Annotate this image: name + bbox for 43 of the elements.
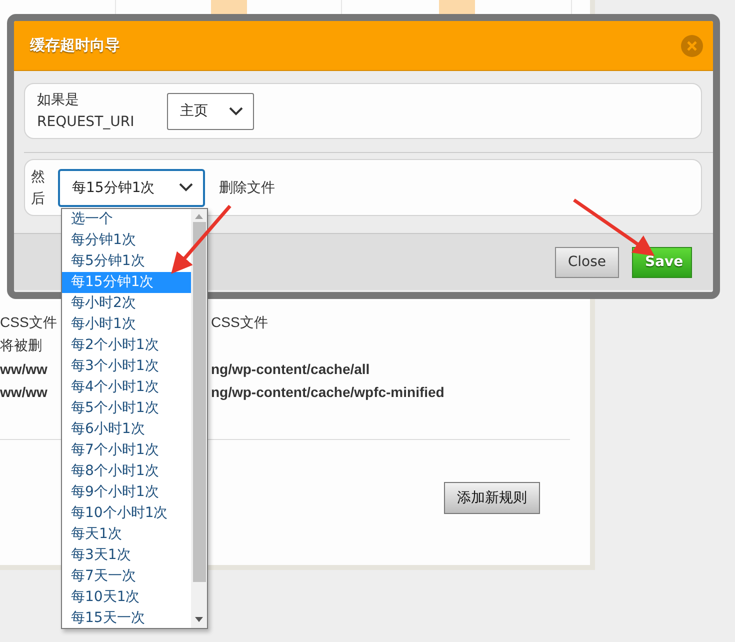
page-select[interactable]: 主页 <box>167 92 254 130</box>
dropdown-option[interactable]: 每3天1次 <box>62 545 191 566</box>
action-text: 删除文件 <box>219 178 275 196</box>
page-text: ww/ww <box>0 384 48 400</box>
page-text: ww/ww <box>0 360 48 376</box>
page-text: 将被删 <box>0 336 42 354</box>
annotation-arrow <box>171 204 232 274</box>
dropdown-option[interactable]: 每5个小时1次 <box>62 398 191 419</box>
dropdown-option[interactable]: 每15天一次 <box>62 608 191 629</box>
condition-label: 如果是 <box>37 91 80 110</box>
dropdown-option[interactable]: 每7天一次 <box>62 566 191 587</box>
scroll-down-icon[interactable] <box>195 617 203 622</box>
page-text: CSS文件 <box>211 314 268 332</box>
add-rule-button[interactable]: 添加新规则 <box>444 482 540 514</box>
then-label: 然 <box>31 168 45 186</box>
condition-label: REQUEST_URI <box>37 113 134 132</box>
then-label: 后 <box>31 190 45 208</box>
dropdown-option[interactable]: 每小时2次 <box>62 293 191 314</box>
page-text: ng/wp-content/cache/wpfc-minified <box>211 384 444 400</box>
dropdown-option[interactable]: 每4个小时1次 <box>62 377 191 398</box>
interval-select[interactable]: 每15分钟1次 <box>58 168 205 206</box>
dropdown-option[interactable]: 每10天1次 <box>62 587 191 608</box>
close-button[interactable]: Close <box>554 246 619 278</box>
dropdown-option[interactable]: 每7个小时1次 <box>62 440 191 461</box>
close-icon[interactable] <box>681 34 703 56</box>
scrollbar-thumb[interactable] <box>192 222 206 582</box>
page-text: CSS文件 <box>0 314 57 332</box>
dropdown-option[interactable]: 每6小时1次 <box>62 419 191 440</box>
chevron-down-icon <box>179 183 193 192</box>
dropdown-option[interactable]: 每8个小时1次 <box>62 461 191 482</box>
dropdown-option[interactable]: 每小时1次 <box>62 314 191 335</box>
scroll-up-icon[interactable] <box>195 214 203 219</box>
dropdown-option[interactable]: 每3个小时1次 <box>62 356 191 377</box>
page-text: ng/wp-content/cache/all <box>211 360 370 376</box>
dialog-title: 缓存超时向导 <box>30 36 120 55</box>
dropdown-option[interactable]: 每9个小时1次 <box>62 482 191 503</box>
dropdown-option[interactable]: 每5分钟1次 <box>62 251 191 272</box>
dropdown-option[interactable]: 每分钟1次 <box>62 230 191 251</box>
dropdown-option[interactable]: 每天1次 <box>62 524 191 545</box>
chevron-down-icon <box>229 106 244 116</box>
dropdown-option[interactable]: 每10个小时1次 <box>62 503 191 524</box>
dropdown-option[interactable]: 选一个 <box>62 209 191 230</box>
dropdown-option[interactable]: 每2个小时1次 <box>62 335 191 356</box>
